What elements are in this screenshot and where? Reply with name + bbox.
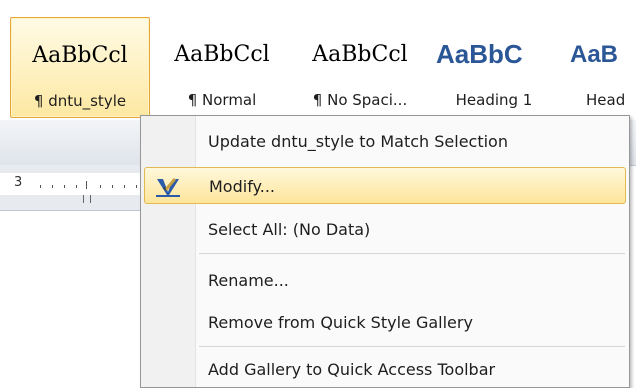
menu-separator xyxy=(199,253,625,254)
ruler-tick xyxy=(40,185,41,188)
ruler-tick xyxy=(86,181,87,189)
menu-separator xyxy=(199,346,625,347)
ruler-tick xyxy=(124,185,125,188)
style-tile-no-spacing[interactable]: AaBbCcl ¶ No Spaci... xyxy=(294,17,426,118)
menu-item-update-style[interactable]: Update dntu_style to Match Selection xyxy=(144,123,626,160)
ruler-track xyxy=(0,173,160,195)
menu-item-rename[interactable]: Rename... xyxy=(144,262,626,299)
style-tile-heading-1[interactable]: AaBbC Heading 1 xyxy=(430,17,558,118)
document-area[interactable] xyxy=(0,211,160,388)
style-preview: AaBbCcl xyxy=(32,43,128,68)
ruler-tick xyxy=(52,185,53,188)
style-preview: AaBbC xyxy=(436,39,523,69)
menu-item-select-all[interactable]: Select All: (No Data) xyxy=(144,211,626,248)
style-context-menu: Update dntu_style to Match Selection Mod… xyxy=(140,115,630,388)
menu-item-modify[interactable]: Modify... xyxy=(144,167,626,204)
style-tile-dntu-style[interactable]: AaBbCcl ¶ dntu_style xyxy=(10,17,150,118)
menu-item-label: Remove from Quick Style Gallery xyxy=(208,313,473,332)
style-tile-heading-2[interactable]: AaB Head xyxy=(564,17,636,118)
style-tile-normal[interactable]: AaBbCcl ¶ Normal xyxy=(152,17,292,118)
ruler-tick xyxy=(112,185,113,188)
styles-gallery: AaBbCcl ¶ dntu_style AaBbCcl ¶ Normal Aa… xyxy=(0,0,636,120)
menu-item-label: Select All: (No Data) xyxy=(208,220,371,239)
style-name: Head xyxy=(586,91,626,109)
indent-marker[interactable] xyxy=(83,195,91,203)
style-preview: AaB xyxy=(570,41,619,68)
modify-style-icon xyxy=(156,177,180,197)
ruler-tick xyxy=(76,185,77,188)
style-name: ¶ Normal xyxy=(187,91,257,109)
ruler-tick xyxy=(64,185,65,188)
menu-item-add-to-quick-access[interactable]: Add Gallery to Quick Access Toolbar xyxy=(144,351,626,388)
style-name: ¶ dntu_style xyxy=(33,92,127,110)
menu-item-label: Modify... xyxy=(209,177,275,196)
style-preview: AaBbCcl xyxy=(174,42,270,67)
menu-item-label: Rename... xyxy=(208,271,289,290)
style-preview: AaBbCcl xyxy=(312,42,408,67)
ruler-tick xyxy=(100,185,101,188)
style-name: ¶ No Spaci... xyxy=(312,91,408,109)
menu-item-remove-from-gallery[interactable]: Remove from Quick Style Gallery xyxy=(144,304,626,341)
menu-item-label: Add Gallery to Quick Access Toolbar xyxy=(208,360,496,379)
style-name: Heading 1 xyxy=(455,91,533,109)
ruler-number: 3 xyxy=(14,175,23,190)
ruler-tick xyxy=(136,185,137,188)
menu-item-label: Update dntu_style to Match Selection xyxy=(208,132,508,151)
